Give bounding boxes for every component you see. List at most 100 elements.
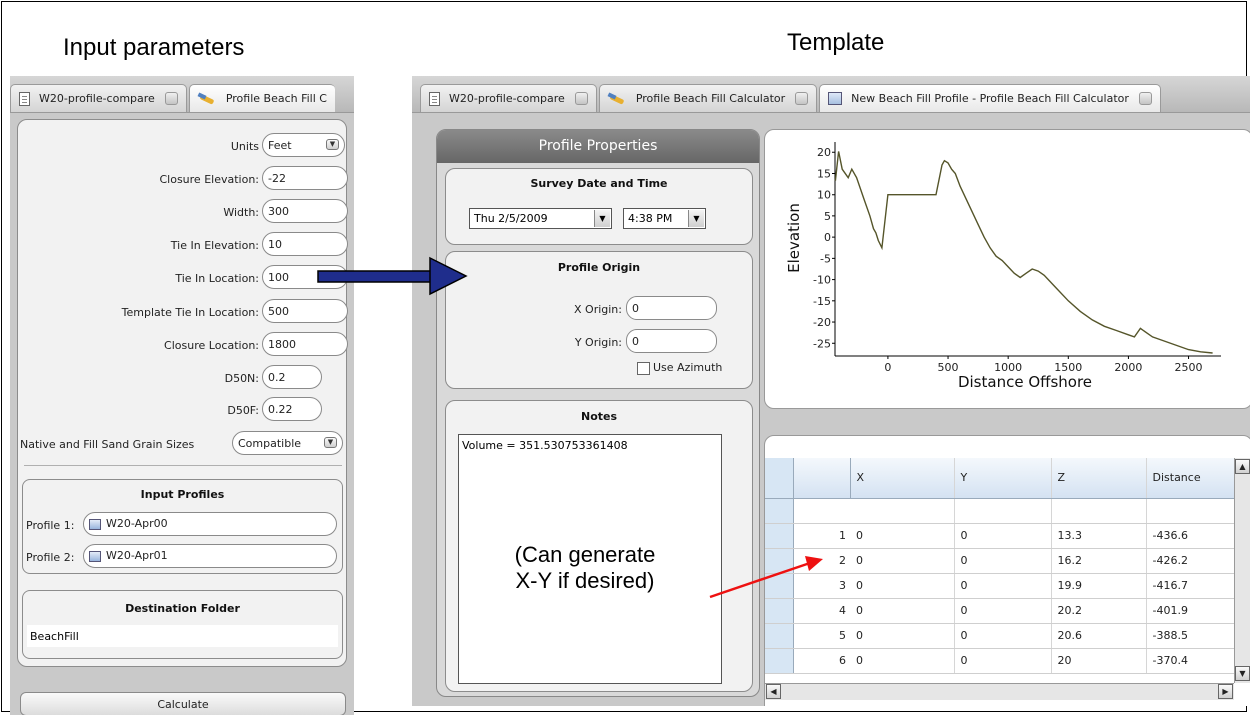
units-select[interactable]: Feet ▼	[262, 133, 345, 157]
closure-location-label: Closure Location:	[164, 339, 259, 352]
horizontal-scrollbar[interactable]	[765, 683, 1234, 700]
scroll-right-icon[interactable]: ▶	[1218, 684, 1233, 699]
column-header-x[interactable]: X	[850, 458, 955, 499]
x-tick-label: 0	[884, 361, 891, 374]
row-selector[interactable]	[765, 598, 794, 624]
input-profiles-box: Input Profiles Profile 1: W20-Apr00 Prof…	[22, 479, 343, 574]
tie-in-location-label: Tie In Location:	[175, 272, 259, 285]
scroll-up-icon[interactable]: ▲	[1235, 459, 1250, 474]
scroll-left-icon[interactable]: ◀	[766, 684, 781, 699]
left-tab-bar: W20-profile-compare Profile Beach Fill C	[10, 76, 354, 113]
destination-folder-field[interactable]: BeachFill	[27, 625, 338, 647]
tie-in-elevation-label: Tie In Elevation:	[170, 239, 259, 252]
cell-z[interactable]: 20.6	[1051, 623, 1147, 649]
calculate-button[interactable]: Calculate	[20, 692, 346, 715]
row-selector[interactable]	[765, 523, 794, 549]
d50f-field[interactable]: 0.22	[262, 397, 322, 421]
cell	[954, 498, 1052, 524]
sand-grain-sizes-select[interactable]: Compatible ▼	[232, 431, 343, 455]
date-picker[interactable]: Thu 2/5/2009 ▼	[469, 208, 612, 229]
close-tab-icon[interactable]	[574, 92, 588, 105]
cell-z[interactable]: 19.9	[1051, 573, 1147, 599]
cell-y[interactable]: 0	[954, 573, 1052, 599]
cell-x[interactable]: 0	[850, 523, 955, 549]
cell-x[interactable]: 0	[850, 598, 955, 624]
cell-x[interactable]: 0	[850, 548, 955, 574]
column-header-y[interactable]: Y	[954, 458, 1052, 499]
cell-y[interactable]: 0	[954, 523, 1052, 549]
cell-z[interactable]: 13.3	[1051, 523, 1147, 549]
time-value: 4:38 PM	[628, 212, 673, 225]
column-header-z[interactable]: Z	[1051, 458, 1147, 499]
tab-profile-beach-fill[interactable]: Profile Beach Fill C	[188, 84, 335, 112]
tab-profile-beach-fill-calculator[interactable]: Profile Beach Fill Calculator	[598, 84, 818, 112]
cell-y[interactable]: 0	[954, 548, 1052, 574]
y-tick-label: -25	[813, 337, 831, 350]
cell-z[interactable]: 20.2	[1051, 598, 1147, 624]
cell-distance[interactable]: -388.5	[1146, 623, 1240, 649]
cell-z[interactable]: 16.2	[1051, 548, 1147, 574]
close-tab-icon[interactable]	[795, 92, 809, 105]
width-field[interactable]: 300	[262, 199, 348, 223]
tie-in-elevation-field[interactable]: 10	[262, 232, 348, 256]
cell-distance[interactable]: -370.4	[1146, 648, 1240, 674]
cell-distance[interactable]: -401.9	[1146, 598, 1240, 624]
closure-elevation-field[interactable]: -22	[262, 166, 348, 190]
row-selector[interactable]	[765, 623, 794, 649]
cell-z[interactable]: 20	[1051, 648, 1147, 674]
tab-w20-profile-compare[interactable]: W20-profile-compare	[420, 84, 597, 112]
tab-w20-profile-compare[interactable]: W20-profile-compare	[10, 84, 187, 112]
table-row[interactable]: 2 0 0 16.2 -426.2	[765, 548, 1240, 574]
vertical-scrollbar[interactable]	[1234, 458, 1250, 683]
profile-2-field[interactable]: W20-Apr01	[83, 544, 337, 568]
document-icon	[429, 91, 440, 106]
table-row[interactable]: 4 0 0 20.2 -401.9	[765, 598, 1240, 624]
table-row[interactable]: 1 0 0 13.3 -436.6	[765, 523, 1240, 549]
use-azimuth-checkbox[interactable]	[637, 362, 650, 375]
row-selector[interactable]	[765, 648, 794, 674]
x-origin-field[interactable]: 0	[626, 296, 717, 320]
cell-x[interactable]: 0	[850, 573, 955, 599]
cell-distance[interactable]: -416.7	[1146, 573, 1240, 599]
chevron-down-icon[interactable]: ▼	[326, 139, 339, 150]
beach-tool-icon	[198, 92, 218, 106]
d50n-field[interactable]: 0.2	[262, 365, 322, 389]
profile-properties-header: Profile Properties	[437, 130, 759, 163]
chevron-down-icon[interactable]: ▼	[688, 210, 704, 227]
close-tab-icon[interactable]	[164, 92, 178, 105]
d50f-label: D50F:	[227, 404, 259, 417]
cell-distance[interactable]: -426.2	[1146, 548, 1240, 574]
row-selector[interactable]	[765, 548, 794, 574]
chevron-down-icon[interactable]: ▼	[594, 210, 610, 227]
chevron-down-icon[interactable]: ▼	[324, 437, 337, 448]
profile-1-field[interactable]: W20-Apr00	[83, 512, 337, 536]
row-selector[interactable]	[765, 573, 794, 599]
width-label: Width:	[223, 206, 259, 219]
row-number-header	[793, 458, 851, 499]
elevation-chart-panel: 20 15 10 5 0 -5 -10 -15 -20 -25 0 500 1000 1500 2000 25…	[764, 129, 1250, 409]
table-row[interactable]: 5 0 0 20.6 -388.5	[765, 623, 1240, 649]
cell-y[interactable]: 0	[954, 623, 1052, 649]
row-number: 3	[793, 573, 850, 599]
cell-y[interactable]: 0	[954, 598, 1052, 624]
row-number: 2	[793, 548, 850, 574]
cell-x[interactable]: 0	[850, 648, 955, 674]
table-row[interactable]: 3 0 0 19.9 -416.7	[765, 573, 1240, 599]
row-selector[interactable]	[765, 498, 794, 524]
tab-new-beach-fill-profile[interactable]: New Beach Fill Profile - Profile Beach F…	[819, 84, 1161, 112]
profile-1-value: W20-Apr00	[106, 517, 168, 530]
scroll-down-icon[interactable]: ▼	[1235, 666, 1250, 681]
table-row[interactable]: 6 0 0 20 -370.4	[765, 648, 1240, 674]
tie-in-location-field[interactable]: 100	[262, 265, 348, 289]
cell-x[interactable]: 0	[850, 623, 955, 649]
time-picker[interactable]: 4:38 PM ▼	[623, 208, 706, 229]
column-header-distance[interactable]: Distance	[1146, 458, 1240, 499]
row-number: 6	[793, 648, 850, 674]
closure-location-field[interactable]: 1800	[262, 332, 348, 356]
template-tie-in-location-field[interactable]: 500	[262, 299, 348, 323]
cell-y[interactable]: 0	[954, 648, 1052, 674]
close-tab-icon[interactable]	[1138, 92, 1152, 105]
annotation-line-1: (Can generate	[514, 542, 656, 567]
y-origin-field[interactable]: 0	[626, 329, 717, 353]
cell-distance[interactable]: -436.6	[1146, 523, 1240, 549]
